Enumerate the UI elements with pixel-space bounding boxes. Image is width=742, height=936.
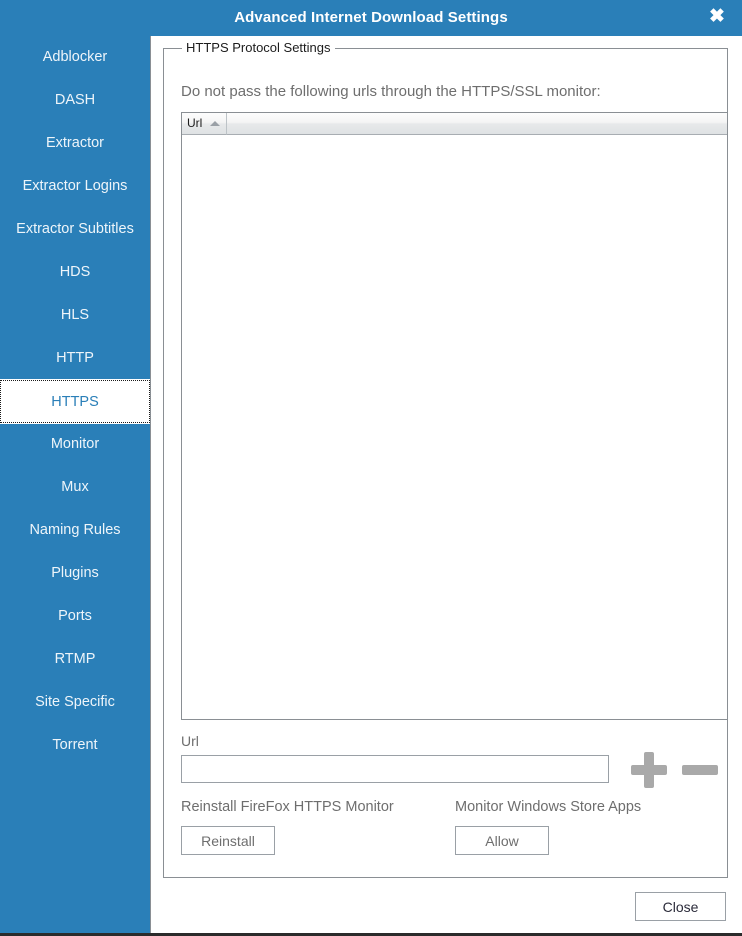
- listview-header: Url: [182, 113, 727, 135]
- monitor-store-apps-label: Monitor Windows Store Apps: [455, 799, 642, 815]
- sidebar-item-extractor[interactable]: Extractor: [0, 122, 150, 165]
- column-header-blank[interactable]: [227, 113, 727, 135]
- window-title: Advanced Internet Download Settings: [234, 9, 508, 26]
- sidebar-item-label: DASH: [54, 92, 96, 108]
- sidebar-item-label: Site Specific: [35, 694, 115, 710]
- sidebar-item-extractor-logins[interactable]: Extractor Logins: [0, 165, 150, 208]
- sidebar-item-label: Adblocker: [42, 49, 108, 65]
- settings-dialog-window: Advanced Internet Download Settings ✖ Ad…: [0, 0, 742, 936]
- sidebar-item-label: Extractor Subtitles: [16, 221, 134, 237]
- sidebar-item-site-specific[interactable]: Site Specific: [0, 681, 150, 724]
- url-exclusion-listview[interactable]: Url: [181, 112, 728, 720]
- sidebar-item-monitor[interactable]: Monitor: [0, 423, 150, 466]
- sidebar-item-label: Extractor Logins: [22, 178, 128, 194]
- url-input[interactable]: [181, 755, 609, 783]
- sidebar-item-https[interactable]: HTTPS: [0, 379, 151, 424]
- sidebar-item-hds[interactable]: HDS: [0, 251, 150, 294]
- reinstall-firefox-label: Reinstall FireFox HTTPS Monitor: [181, 799, 394, 815]
- column-header-url[interactable]: Url: [182, 113, 227, 135]
- column-header-url-label: Url: [187, 116, 203, 130]
- sidebar-nav: Adblocker DASH Extractor Extractor Logins Ex…: [0, 36, 151, 933]
- sidebar-content-divider: [150, 36, 151, 933]
- sidebar-item-http[interactable]: HTTP: [0, 337, 150, 380]
- https-protocol-settings-group: HTTPS Protocol Settings Do not pass the …: [163, 40, 728, 878]
- content-panel: HTTPS Protocol Settings Do not pass the …: [150, 36, 742, 933]
- sidebar-item-rtmp[interactable]: RTMP: [0, 638, 150, 681]
- sidebar-item-dash[interactable]: DASH: [0, 79, 150, 122]
- sidebar-item-naming-rules[interactable]: Naming Rules: [0, 509, 150, 552]
- reinstall-button[interactable]: Reinstall: [181, 826, 275, 855]
- sidebar-item-hls[interactable]: HLS: [0, 294, 150, 337]
- title-bar: Advanced Internet Download Settings ✖: [0, 0, 742, 36]
- allow-button[interactable]: Allow: [455, 826, 549, 855]
- sidebar-item-label: Mux: [61, 479, 89, 495]
- sidebar-item-label: Monitor: [50, 436, 100, 452]
- sidebar-item-adblocker[interactable]: Adblocker: [0, 36, 150, 79]
- sidebar-item-label: HTTPS: [51, 394, 99, 410]
- close-x-icon[interactable]: ✖: [700, 0, 734, 36]
- sidebar-item-mux[interactable]: Mux: [0, 466, 150, 509]
- sidebar-item-label: HDS: [59, 264, 91, 280]
- sidebar-item-label: Torrent: [52, 737, 98, 753]
- plus-icon[interactable]: [628, 749, 670, 791]
- sidebar-item-label: Plugins: [51, 565, 99, 581]
- sidebar-item-label: Naming Rules: [29, 522, 121, 538]
- sidebar-item-plugins[interactable]: Plugins: [0, 552, 150, 595]
- group-legend: HTTPS Protocol Settings: [182, 40, 335, 55]
- close-button[interactable]: Close: [635, 892, 726, 921]
- description-text: Do not pass the following urls through t…: [181, 83, 601, 100]
- listview-body[interactable]: [182, 135, 727, 719]
- sidebar-item-torrent[interactable]: Torrent: [0, 724, 150, 767]
- sidebar-item-label: HLS: [60, 307, 90, 323]
- sort-ascending-icon: [210, 121, 220, 126]
- sidebar-item-label: HTTP: [56, 350, 94, 366]
- url-field-label: Url: [181, 733, 199, 749]
- minus-icon[interactable]: [682, 765, 718, 775]
- sidebar-item-label: Ports: [58, 608, 92, 624]
- sidebar-item-label: Extractor: [45, 135, 104, 151]
- sidebar-item-extractor-subtitles[interactable]: Extractor Subtitles: [0, 208, 150, 251]
- sidebar-item-label: RTMP: [54, 651, 96, 667]
- sidebar-item-ports[interactable]: Ports: [0, 595, 150, 638]
